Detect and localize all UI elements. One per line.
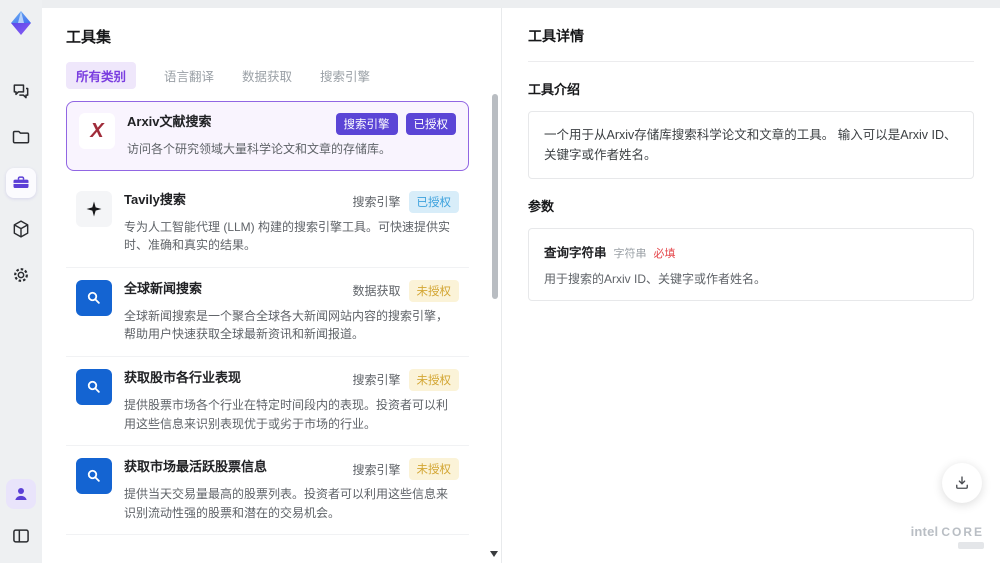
category-badge: 搜索引擎 bbox=[335, 113, 398, 135]
download-button[interactable] bbox=[942, 463, 982, 503]
parameter-description: 用于搜索的Arxiv ID、关键字或作者姓名。 bbox=[544, 272, 767, 286]
tool-title: 全球新闻搜索 bbox=[124, 280, 203, 296]
category-label: 搜索引擎 bbox=[352, 195, 401, 210]
scrollbar-thumb[interactable] bbox=[492, 94, 498, 299]
category-label: 搜索引擎 bbox=[352, 373, 401, 388]
page-title: 工具集 bbox=[66, 29, 112, 46]
tool-description: 专为人工智能代理 (LLM) 构建的搜索引擎工具。可快速提供实时、准确和真实的结… bbox=[124, 219, 451, 253]
left-sidebar bbox=[0, 0, 42, 563]
tool-description: 访问各个研究领域大量科学论文和文章的存储库。 bbox=[127, 142, 392, 156]
tool-card-regional-news[interactable]: 万维地区新闻查询 搜索引擎 未授权 查询具体行政区划内的新闻，快速了解各地新闻动 bbox=[66, 535, 469, 536]
category-label: 数据获取 bbox=[352, 284, 401, 299]
chat-icon[interactable] bbox=[6, 76, 36, 106]
category-tabs: 所有类别 语言翻译 数据获取 搜索引擎 bbox=[66, 62, 479, 89]
intel-sub-badge bbox=[958, 542, 984, 549]
sparkle-icon bbox=[76, 190, 112, 227]
sidebar-bottom bbox=[6, 479, 36, 563]
tool-card-list: X Arxiv文献搜索 搜索引擎 已授权 访问各个研究领域大量科学论文和文章的存… bbox=[66, 101, 479, 536]
gear-icon[interactable] bbox=[6, 260, 36, 290]
params-heading: 参数 bbox=[528, 199, 555, 214]
tool-title: 获取股市各行业表现 bbox=[124, 369, 242, 385]
tool-list-panel: 工具集 所有类别 语言翻译 数据获取 搜索引擎 X Arxiv文献搜索 搜索引擎 bbox=[42, 8, 502, 563]
tool-card-tavily[interactable]: Tavily搜索 搜索引擎 已授权 专为人工智能代理 (LLM) 构建的搜索引擎… bbox=[66, 179, 469, 268]
search-app-icon bbox=[76, 458, 112, 495]
arxiv-logo-icon: X bbox=[79, 113, 115, 149]
scroll-down-arrow-icon[interactable] bbox=[490, 551, 498, 557]
tool-card-most-active-stocks[interactable]: 获取市场最活跃股票信息 搜索引擎 未授权 提供当天交易量最高的股票列表。投资者可… bbox=[66, 446, 469, 536]
tool-title: Arxiv文献搜索 bbox=[127, 114, 212, 129]
tool-card-arxiv[interactable]: X Arxiv文献搜索 搜索引擎 已授权 访问各个研究领域大量科学论文和文章的存… bbox=[66, 101, 469, 171]
list-scrollbar[interactable] bbox=[490, 94, 498, 557]
search-app-icon bbox=[76, 368, 112, 405]
tool-card-global-news[interactable]: 全球新闻搜索 数据获取 未授权 全球新闻搜索是一个聚合全球各大新闻网站内容的搜索… bbox=[66, 268, 469, 357]
tool-description: 全球新闻搜索是一个聚合全球各大新闻网站内容的搜索引擎，帮助用户快速获取全球最新资… bbox=[124, 308, 449, 342]
parameter-item: 查询字符串 字符串 必填 用于搜索的Arxiv ID、关键字或作者姓名。 bbox=[528, 228, 974, 301]
auth-status-badge: 已授权 bbox=[408, 190, 459, 213]
tool-description: 提供股票市场各个行业在特定时间段内的表现。投资者可以利用这些信息来识别表现优于或… bbox=[124, 397, 449, 431]
user-icon[interactable] bbox=[6, 479, 36, 509]
panel-layout-icon[interactable] bbox=[6, 521, 36, 551]
app-logo-icon[interactable] bbox=[6, 8, 36, 38]
intel-wordmark: intel bbox=[910, 524, 939, 539]
app-window: 工具集 所有类别 语言翻译 数据获取 搜索引擎 X Arxiv文献搜索 搜索引擎 bbox=[0, 0, 1000, 563]
tool-card-sector-performance[interactable]: 获取股市各行业表现 搜索引擎 未授权 提供股票市场各个行业在特定时间段内的表现。… bbox=[66, 357, 469, 447]
parameter-required-flag: 必填 bbox=[653, 248, 676, 260]
cube-icon[interactable] bbox=[6, 214, 36, 244]
tab-search-engine[interactable]: 搜索引擎 bbox=[320, 66, 370, 85]
tool-intro-text: 一个用于从Arxiv存储库搜索科学论文和文章的工具。 输入可以是Arxiv ID… bbox=[528, 111, 974, 179]
parameter-type: 字符串 bbox=[613, 248, 647, 260]
auth-status-badge: 未授权 bbox=[408, 279, 459, 302]
toolbox-icon[interactable] bbox=[6, 168, 36, 198]
intel-core-logo: intel core bbox=[911, 524, 984, 549]
tool-title: 获取市场最活跃股票信息 bbox=[124, 459, 268, 475]
auth-status-badge: 已授权 bbox=[405, 113, 456, 135]
tab-language-translation[interactable]: 语言翻译 bbox=[164, 66, 214, 85]
sidebar-nav bbox=[6, 76, 36, 290]
tool-detail-panel: 工具详情 工具介绍 一个用于从Arxiv存储库搜索科学论文和文章的工具。 输入可… bbox=[502, 8, 1000, 563]
tool-description: 提供当天交易量最高的股票列表。投资者可以利用这些信息来识别流动性强的股票和潜在的… bbox=[124, 487, 449, 520]
tab-data-acquisition[interactable]: 数据获取 bbox=[242, 66, 292, 85]
tab-all-categories[interactable]: 所有类别 bbox=[66, 62, 137, 89]
detail-panel-title: 工具详情 bbox=[528, 26, 974, 62]
main-content: 工具集 所有类别 语言翻译 数据获取 搜索引擎 X Arxiv文献搜索 搜索引擎 bbox=[42, 8, 1000, 563]
search-app-icon bbox=[76, 279, 112, 316]
category-label: 搜索引擎 bbox=[352, 462, 401, 477]
auth-status-badge: 未授权 bbox=[408, 458, 459, 481]
folder-icon[interactable] bbox=[6, 122, 36, 152]
auth-status-badge: 未授权 bbox=[408, 368, 459, 391]
intro-heading: 工具介绍 bbox=[528, 82, 581, 97]
download-icon bbox=[956, 476, 968, 489]
tool-title: Tavily搜索 bbox=[124, 191, 186, 207]
core-wordmark: core bbox=[941, 525, 984, 539]
parameter-name: 查询字符串 bbox=[544, 246, 607, 260]
